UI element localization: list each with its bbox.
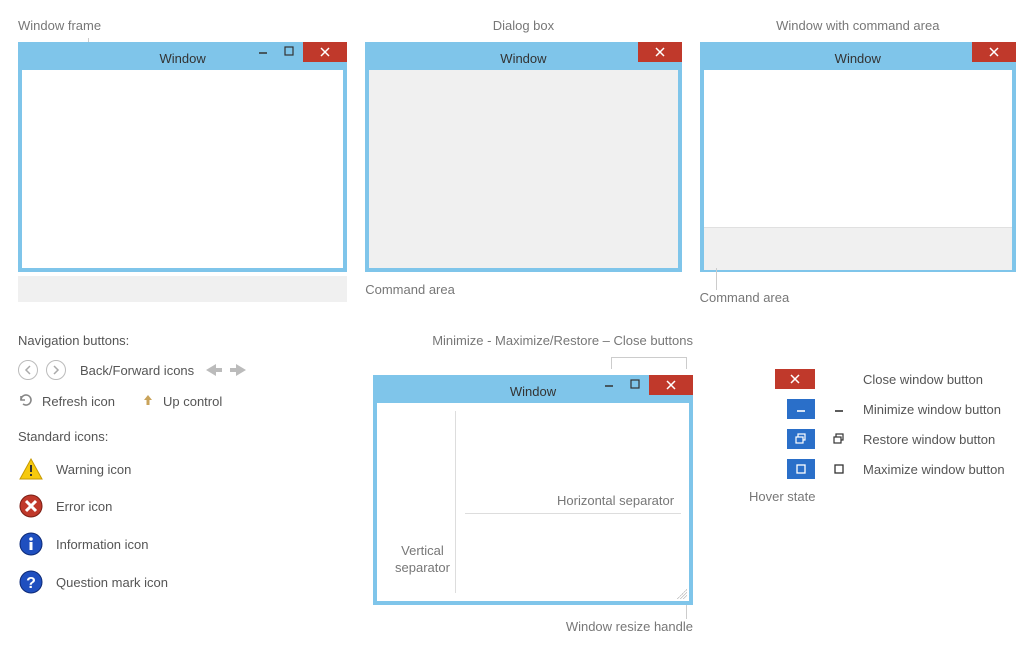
window-with-command-area: Window [700, 42, 1016, 272]
refresh-label: Refresh icon [42, 394, 115, 409]
standard-icons-heading: Standard icons: [18, 429, 353, 444]
dialog-box: Window [365, 42, 681, 272]
minimize-button[interactable] [597, 375, 621, 393]
navigation-heading: Navigation buttons: [18, 333, 353, 348]
window-body [22, 70, 343, 268]
forward-circle-button[interactable] [46, 360, 66, 380]
vertical-separator [455, 411, 456, 593]
close-button[interactable] [649, 375, 693, 395]
v-sep-label: Vertical separator [395, 543, 450, 577]
window-title: Window [704, 51, 1012, 66]
callout-line [716, 268, 717, 290]
h-sep-label: Horizontal separator [557, 493, 674, 508]
restore-legend-label: Restore window button [863, 432, 995, 447]
horizontal-separator [465, 513, 681, 514]
up-label: Up control [163, 394, 222, 409]
window-frame: Window [18, 42, 347, 272]
refresh-icon[interactable] [18, 392, 34, 411]
window-command-area [704, 228, 1012, 270]
window-cmd-label: Window with command area [700, 18, 1016, 36]
dialog-body [369, 70, 677, 268]
close-button[interactable] [638, 42, 682, 62]
maximize-hover-button[interactable] [787, 459, 815, 479]
information-icon [18, 532, 44, 556]
forward-arrow-icon[interactable] [230, 364, 246, 376]
dialog-box-label: Dialog box [365, 18, 681, 36]
window-body-upper [704, 70, 1012, 228]
error-icon [18, 494, 44, 518]
titlebar[interactable]: Window [22, 46, 343, 70]
titlebar[interactable]: Window [377, 379, 689, 403]
resize-handle-label: Window resize handle [373, 619, 693, 634]
minimize-glyph-icon [829, 404, 849, 414]
maximize-button[interactable] [277, 42, 301, 60]
question-label: Question mark icon [56, 575, 168, 590]
maximize-glyph-icon [829, 464, 849, 474]
back-arrow-icon[interactable] [206, 364, 222, 376]
callout-bracket [611, 357, 687, 369]
minimize-button[interactable] [251, 42, 275, 60]
svg-text:?: ? [26, 575, 36, 592]
command-area-caption: Command area [700, 290, 1016, 305]
up-arrow-icon[interactable] [141, 393, 155, 410]
close-button[interactable] [972, 42, 1016, 62]
minimize-legend-label: Minimize window button [863, 402, 1001, 417]
error-label: Error icon [56, 499, 112, 514]
command-area-strip [18, 276, 347, 302]
v-sep-label-line2: separator [395, 560, 450, 575]
v-sep-label-line1: Vertical [401, 543, 444, 558]
minimize-hover-button[interactable] [787, 399, 815, 419]
maximize-button[interactable] [623, 375, 647, 393]
back-circle-button[interactable] [18, 360, 38, 380]
restore-hover-button[interactable] [787, 429, 815, 449]
hover-state-label: Hover state [749, 489, 1016, 504]
close-hover-button[interactable] [775, 369, 815, 389]
resize-handle[interactable] [677, 589, 687, 599]
close-legend-label: Close window button [863, 372, 983, 387]
command-area-caption: Command area [365, 282, 681, 297]
warning-label: Warning icon [56, 462, 131, 477]
window-title: Window [369, 51, 677, 66]
titlebar[interactable]: Window [704, 46, 1012, 70]
titlebar[interactable]: Window [369, 46, 677, 70]
restore-glyph-icon [829, 433, 849, 445]
warning-icon [18, 458, 44, 480]
window-frame-label: Window frame [18, 18, 347, 36]
back-forward-label: Back/Forward icons [80, 363, 194, 378]
question-mark-icon: ? [18, 570, 44, 594]
information-label: Information icon [56, 537, 149, 552]
window-body: Horizontal separator Vertical separator [377, 403, 689, 601]
window-separators: Window Horizontal separator Vertical sep… [373, 375, 693, 605]
callout-line [686, 605, 687, 619]
close-button[interactable] [303, 42, 347, 62]
mmrc-label: Minimize - Maximize/Restore – Close butt… [373, 333, 693, 351]
maximize-legend-label: Maximize window button [863, 462, 1005, 477]
